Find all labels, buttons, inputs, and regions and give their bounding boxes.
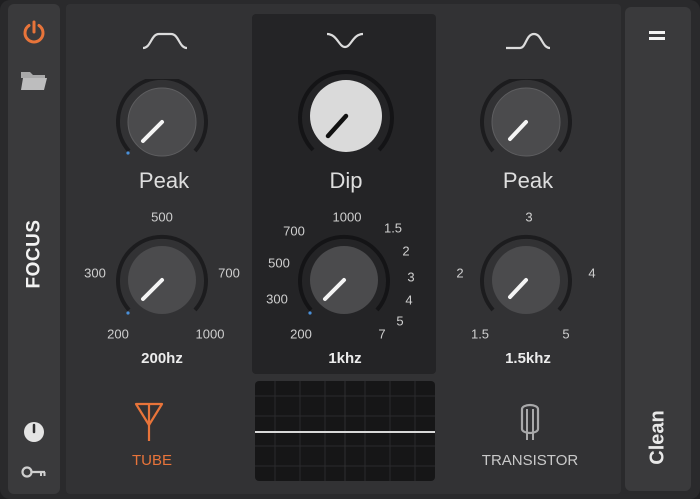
band2-tick: 5 (396, 313, 404, 329)
band2-tick: 300 (266, 291, 288, 307)
band1-tick: 300 (84, 265, 106, 281)
band3-freq-knob[interactable] (475, 234, 577, 320)
left-sidebar: FOCUS (8, 4, 60, 494)
right-sidebar: Clean (625, 7, 691, 491)
band1-type-label: Peak (138, 168, 190, 193)
band1-freq-knob[interactable] (111, 234, 213, 320)
clock-icon[interactable] (8, 420, 60, 444)
folder-icon[interactable] (8, 68, 60, 92)
band1-freq-value: 200hz (141, 350, 183, 367)
band2-tick: 3 (407, 269, 415, 285)
transistor-mode-button[interactable]: TRANSISTOR (470, 452, 590, 469)
center-band-panel (252, 14, 436, 374)
band2-tick: 700 (283, 223, 305, 239)
menu-icon[interactable] (646, 29, 668, 43)
waveform-scope (255, 381, 435, 481)
band3-tick: 5 (562, 326, 570, 342)
band1-tick: 500 (151, 209, 173, 225)
band1-gain-knob[interactable] (111, 79, 213, 159)
low-shelf-curve-icon[interactable] (141, 30, 189, 52)
band3-tick: 4 (588, 265, 596, 281)
focus-label: FOCUS (23, 219, 44, 289)
band2-tick: 4 (405, 292, 413, 308)
dip-curve-icon[interactable] (325, 30, 365, 52)
band2-freq-value: 1khz (328, 350, 362, 367)
high-shelf-curve-icon[interactable] (504, 30, 552, 52)
band3-tick: 3 (525, 209, 533, 225)
transistor-icon[interactable] (517, 403, 543, 443)
tube-icon[interactable] (134, 401, 164, 443)
band2-tick: 1.5 (383, 220, 403, 236)
band2-tick: 7 (378, 326, 386, 342)
band2-type-label: Dip (329, 168, 363, 193)
clean-mode-label[interactable]: Clean (625, 402, 691, 472)
power-icon[interactable] (8, 19, 60, 45)
key-icon[interactable] (8, 464, 60, 480)
band2-tick: 1000 (332, 209, 362, 225)
band3-gain-knob[interactable] (475, 79, 577, 159)
band2-tick: 500 (268, 255, 290, 271)
band2-tick: 200 (290, 326, 312, 342)
band2-tick: 2 (402, 243, 410, 259)
band3-tick: 2 (456, 265, 464, 281)
band2-gain-knob[interactable] (293, 70, 399, 160)
band2-freq-knob[interactable] (293, 234, 395, 320)
band3-freq-value: 1.5khz (505, 350, 551, 367)
plugin-window: FOCUS Peak Dip Peak 500 300 700 200 1000… (0, 0, 700, 499)
band1-tick: 1000 (195, 326, 225, 342)
band3-type-label: Peak (502, 168, 554, 193)
band1-tick: 200 (107, 326, 129, 342)
band1-tick: 700 (218, 265, 240, 281)
tube-mode-button[interactable]: TUBE (112, 452, 192, 469)
band3-tick: 1.5 (470, 326, 490, 342)
